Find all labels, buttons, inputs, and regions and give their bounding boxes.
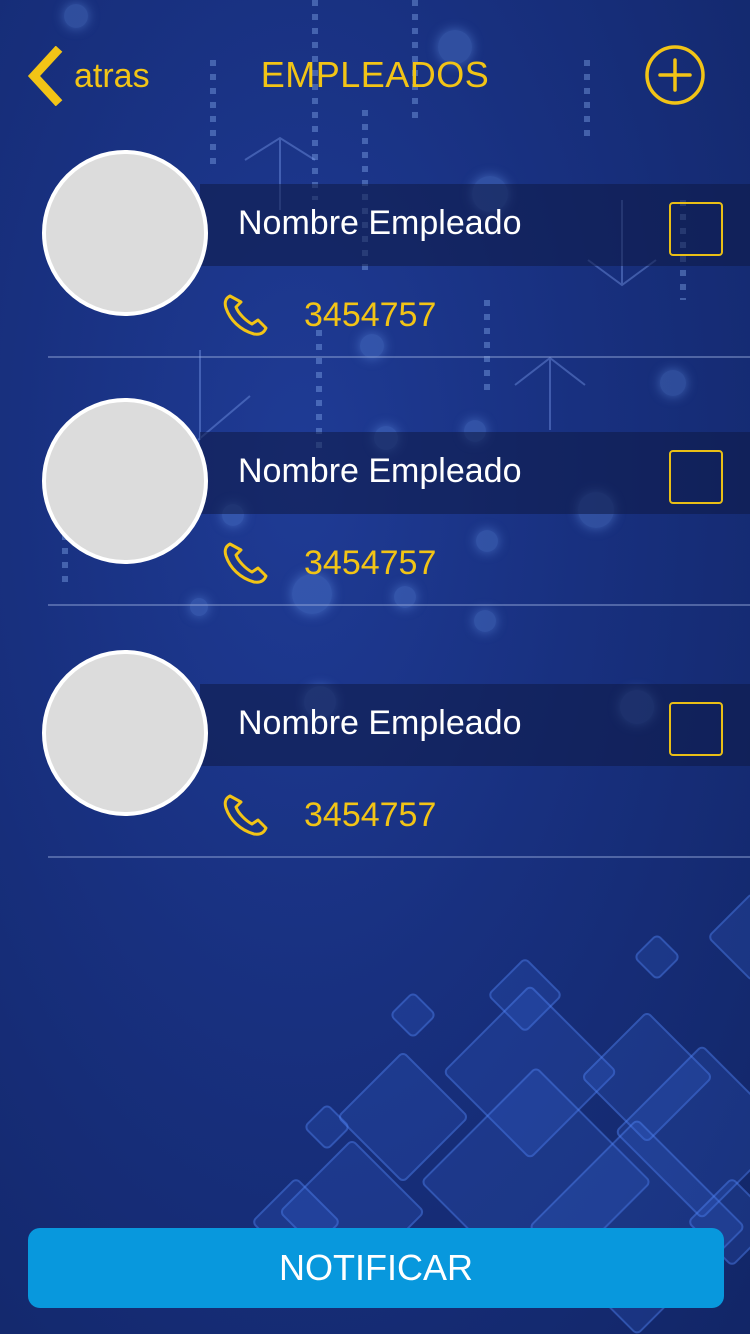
phone-icon: [223, 294, 268, 336]
avatar: [42, 150, 208, 316]
employee-list-item[interactable]: Nombre Empleado 3454757: [0, 150, 750, 360]
employee-list-item[interactable]: Nombre Empleado 3454757: [0, 650, 750, 860]
employee-phone[interactable]: 3454757: [304, 796, 436, 835]
employee-phone[interactable]: 3454757: [304, 544, 436, 583]
divider: [48, 604, 750, 606]
nav-bar: atras EMPLEADOS: [0, 0, 750, 150]
employee-name: Nombre Empleado: [238, 452, 522, 490]
employee-name: Nombre Empleado: [238, 704, 522, 742]
select-checkbox[interactable]: [669, 450, 723, 504]
avatar: [42, 650, 208, 816]
employee-list-item[interactable]: Nombre Empleado 3454757: [0, 398, 750, 608]
avatar: [42, 398, 208, 564]
divider: [48, 356, 750, 358]
employee-phone[interactable]: 3454757: [304, 296, 436, 335]
employee-name: Nombre Empleado: [238, 204, 522, 242]
page-title: EMPLEADOS: [260, 54, 490, 95]
add-employee-button[interactable]: [644, 44, 706, 106]
select-checkbox[interactable]: [669, 202, 723, 256]
phone-icon: [223, 794, 268, 836]
select-checkbox[interactable]: [669, 702, 723, 756]
notify-button[interactable]: NOTIFICAR: [28, 1228, 724, 1308]
divider: [48, 856, 750, 858]
phone-icon: [223, 542, 268, 584]
